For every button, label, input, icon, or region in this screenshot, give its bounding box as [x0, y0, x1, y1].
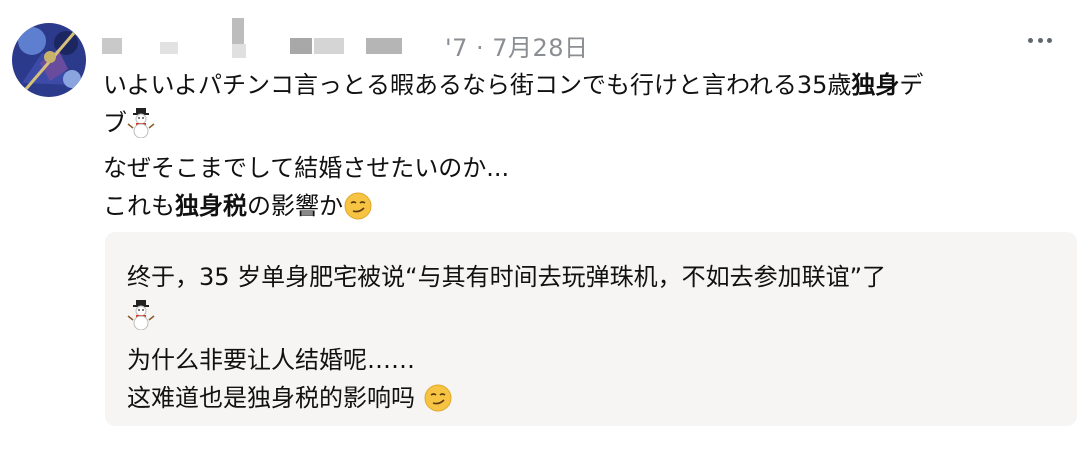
post-text: デ [899, 71, 924, 99]
translation-line-3: 为什么非要让人结婚呢…… [127, 346, 415, 374]
post-card: '7 · 7月28日 いよいよパチンコ言っとる暇あるなら街コンでも行けと言われる… [0, 0, 1080, 453]
post-line-1: いよいよパチンコ言っとる暇あるなら街コンでも行けと言われる35歳独身デ [103, 66, 1063, 104]
redacted-handle [314, 38, 344, 54]
smirk-icon [423, 383, 453, 424]
redacted-username [232, 18, 244, 44]
translation-line-2 [127, 296, 886, 341]
redacted-username [160, 42, 178, 54]
translation-line-4: 这难道也是独身税的影响吗 [127, 379, 886, 424]
post-date: '7 · 7月28日 [445, 34, 589, 62]
post-line-2: ブ [103, 104, 1063, 149]
redacted-handle [290, 38, 312, 54]
redacted-handle [366, 38, 402, 54]
translation-text-part: 这难道也是独身税的影响吗 [127, 384, 423, 412]
post-bold-text: 独身税 [175, 192, 247, 220]
translation-box: 终于，35 岁单身肥宅被说“与其有时间去玩弹珠机，不如去参加联谊”了 为什么非要… [105, 232, 1077, 426]
translation-line-1: 终于，35 岁单身肥宅被说“与其有时间去玩弹珠机，不如去参加联谊”了 [127, 263, 887, 291]
translation-text: 终于，35 岁单身肥宅被说“与其有时间去玩弹珠机，不如去参加联谊”了 为什么非要… [127, 258, 886, 424]
post-text: いよいよパチンコ言っとる暇あるなら街コンでも行けと言われる35歳 [103, 71, 852, 99]
post-text: これも [103, 192, 175, 220]
post-line-4: これも独身税の影響か [103, 187, 1063, 232]
smirk-icon [343, 191, 373, 232]
post-line-3: なぜそこまでして結婚させたいのか... [103, 154, 510, 182]
redacted-username [102, 38, 122, 54]
post-text: ブ [103, 109, 127, 137]
post-bold-text: 独身 [851, 71, 900, 99]
snowman-icon [127, 108, 155, 149]
avatar[interactable] [12, 23, 86, 97]
post-header: '7 · 7月28日 [100, 18, 1060, 64]
redacted-username [232, 44, 246, 58]
post-body: いよいよパチンコ言っとる暇あるなら街コンでも行けと言われる35歳独身デ ブ なぜ… [103, 66, 1063, 232]
more-options-icon[interactable] [1028, 38, 1052, 44]
post-text: の影響か [247, 192, 343, 220]
snowman-icon [127, 300, 155, 341]
